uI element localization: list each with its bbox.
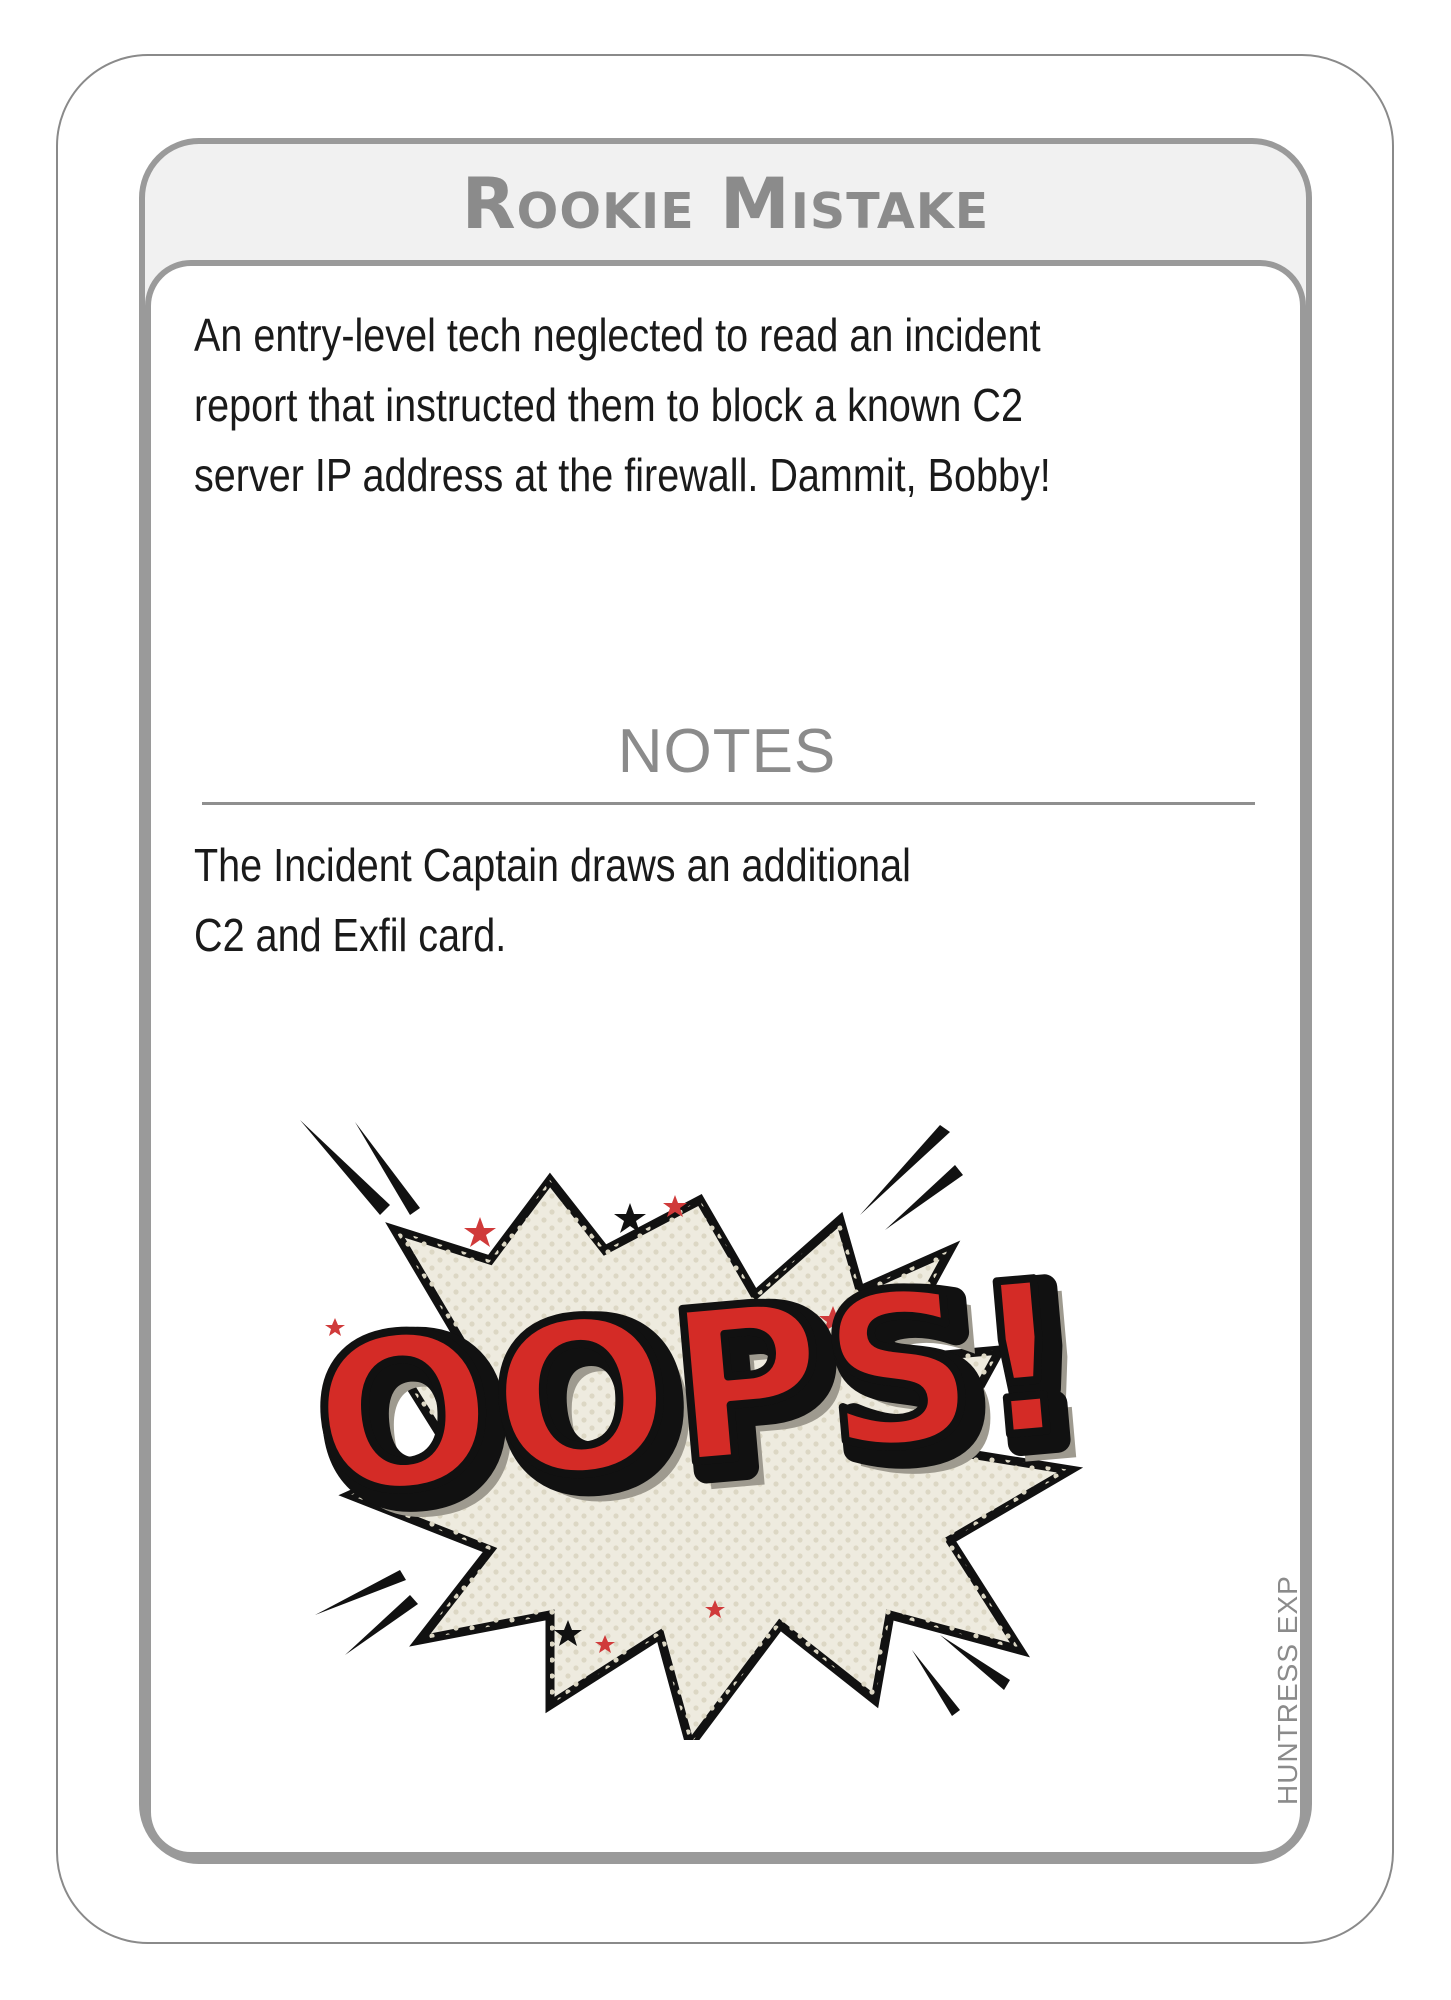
effect-text: The Incident Captain draws an additional… — [194, 830, 1260, 970]
effect-line: The Incident Captain draws an additional — [194, 839, 911, 891]
flavor-line: An entry-level tech neglected to read an… — [194, 309, 1041, 361]
notes-divider — [202, 802, 1255, 805]
effect-line: C2 and Exfil card. — [194, 909, 507, 961]
flavor-line: report that instructed them to block a k… — [194, 379, 1023, 431]
notes-heading: NOTES — [617, 717, 837, 786]
flavor-line: server IP address at the firewall. Dammi… — [194, 449, 1051, 501]
card-title: Rookie Mistake — [461, 163, 990, 245]
star-icon — [464, 1217, 496, 1247]
oops-burst-illustration: OOPS! OOPS! OOPS! — [300, 1120, 1109, 1740]
set-code: HUNTRESS EXP — [1272, 1575, 1303, 1805]
flavor-text: An entry-level tech neglected to read an… — [194, 300, 1260, 510]
